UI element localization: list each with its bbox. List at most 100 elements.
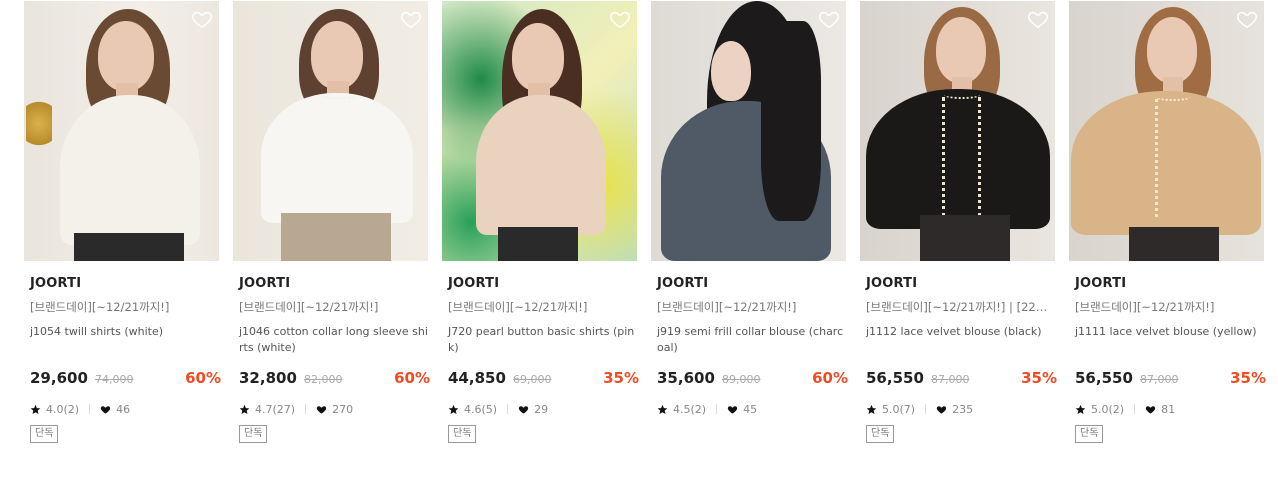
price-row: 32,800 82,000 60% — [239, 368, 430, 388]
promo-text: [브랜드데이][~12/21까지!] — [657, 300, 797, 314]
product-image[interactable] — [860, 1, 1055, 261]
likes-count: 235 — [952, 402, 974, 416]
original-price: 82,000 — [303, 373, 343, 386]
price-row: 44,850 69,000 35% — [448, 368, 639, 388]
product-image[interactable] — [1069, 1, 1264, 261]
promo-text: [브랜드데이][~12/21까지!] — [30, 300, 170, 314]
product-card[interactable]: JOORTI [브랜드데이][~12/21까지!] j1111 lace vel… — [1069, 0, 1266, 443]
product-image[interactable] — [233, 1, 428, 261]
original-price: 69,000 — [512, 373, 552, 386]
promo-text: [브랜드데이][~12/21까지!] — [448, 300, 588, 314]
wishlist-heart-icon[interactable] — [1236, 8, 1258, 30]
exclusive-badge: 단독 — [866, 425, 895, 443]
discount-rate: 60% — [812, 369, 848, 387]
divider — [305, 404, 307, 414]
exclusive-badge: 단독 — [1075, 425, 1104, 443]
brand-name[interactable]: JOORTI — [448, 276, 499, 291]
brand-name[interactable]: JOORTI — [239, 276, 290, 291]
likes-count: 45 — [743, 402, 758, 416]
discount-rate: 60% — [185, 369, 221, 387]
product-name[interactable]: j1112 lace velvet blouse (black) — [866, 324, 1056, 356]
product-name[interactable]: j1046 cotton collar long sleeve shirts (… — [239, 324, 429, 356]
rating-value: 5.0(2) — [1091, 402, 1125, 416]
brand-name[interactable]: JOORTI — [866, 276, 917, 291]
product-meta: 4.6(5) 29 — [448, 402, 639, 416]
rating-value: 4.6(5) — [464, 402, 498, 416]
heart-filled-icon — [727, 405, 738, 414]
product-image[interactable] — [651, 1, 846, 261]
star-icon — [239, 404, 250, 414]
product-name[interactable]: J720 pearl button basic shirts (pink) — [448, 324, 638, 356]
rating-value: 4.0(2) — [46, 402, 80, 416]
likes-count: 29 — [534, 402, 549, 416]
divider — [716, 404, 718, 414]
star-icon — [30, 404, 41, 414]
product-meta: 4.7(27) 270 — [239, 402, 430, 416]
brand-name[interactable]: JOORTI — [657, 276, 708, 291]
wishlist-heart-icon[interactable] — [191, 8, 213, 30]
product-meta: 4.0(2) 46 — [30, 402, 221, 416]
heart-filled-icon — [936, 405, 947, 414]
sale-price: 44,850 — [448, 369, 506, 387]
sale-price: 29,600 — [30, 369, 88, 387]
promo-text: [브랜드데이][~12/21까지!] | [22WIN... — [866, 300, 1051, 314]
star-icon — [448, 404, 459, 414]
product-card[interactable]: JOORTI [브랜드데이][~12/21까지!] j1046 cotton c… — [233, 0, 430, 443]
divider — [89, 404, 91, 414]
divider — [1134, 404, 1136, 414]
original-price: 87,000 — [930, 373, 970, 386]
wishlist-heart-icon[interactable] — [609, 8, 631, 30]
price-row: 35,600 89,000 60% — [657, 368, 848, 388]
product-grid: JOORTI [브랜드데이][~12/21까지!] j1054 twill sh… — [0, 0, 1278, 501]
heart-filled-icon — [316, 405, 327, 414]
product-name[interactable]: j1111 lace velvet blouse (yellow) — [1075, 324, 1265, 356]
wishlist-heart-icon[interactable] — [818, 8, 840, 30]
product-image[interactable] — [24, 1, 219, 261]
sale-price: 35,600 — [657, 369, 715, 387]
discount-rate: 35% — [1230, 369, 1266, 387]
exclusive-badge: 단독 — [239, 425, 268, 443]
sale-price: 56,550 — [1075, 369, 1133, 387]
likes-count: 270 — [332, 402, 354, 416]
product-name[interactable]: j919 semi frill collar blouse (charcoal) — [657, 324, 847, 356]
divider — [925, 404, 927, 414]
product-card[interactable]: JOORTI [브랜드데이][~12/21까지!] | [22WIN... j1… — [860, 0, 1057, 443]
original-price: 74,000 — [94, 373, 134, 386]
promo-text: [브랜드데이][~12/21까지!] — [239, 300, 379, 314]
sale-price: 32,800 — [239, 369, 297, 387]
product-image[interactable] — [442, 1, 637, 261]
discount-rate: 35% — [603, 369, 639, 387]
rating-value: 4.7(27) — [255, 402, 296, 416]
wishlist-heart-icon[interactable] — [1027, 8, 1049, 30]
price-row: 56,550 87,000 35% — [1075, 368, 1266, 388]
price-row: 56,550 87,000 35% — [866, 368, 1057, 388]
likes-count: 46 — [116, 402, 131, 416]
star-icon — [657, 404, 668, 414]
divider — [507, 404, 509, 414]
product-card[interactable]: JOORTI [브랜드데이][~12/21까지!] j919 semi fril… — [651, 0, 848, 416]
price-row: 29,600 74,000 60% — [30, 368, 221, 388]
original-price: 89,000 — [721, 373, 761, 386]
heart-filled-icon — [100, 405, 111, 414]
sale-price: 56,550 — [866, 369, 924, 387]
brand-name[interactable]: JOORTI — [1075, 276, 1126, 291]
brand-name[interactable]: JOORTI — [30, 276, 81, 291]
exclusive-badge: 단독 — [30, 425, 59, 443]
discount-rate: 60% — [394, 369, 430, 387]
product-meta: 4.5(2) 45 — [657, 402, 848, 416]
promo-text: [브랜드데이][~12/21까지!] — [1075, 300, 1215, 314]
heart-filled-icon — [518, 405, 529, 414]
product-card[interactable]: JOORTI [브랜드데이][~12/21까지!] J720 pearl but… — [442, 0, 639, 443]
product-meta: 5.0(2) 81 — [1075, 402, 1266, 416]
product-card[interactable]: JOORTI [브랜드데이][~12/21까지!] j1054 twill sh… — [24, 0, 221, 443]
wishlist-heart-icon[interactable] — [400, 8, 422, 30]
product-name[interactable]: j1054 twill shirts (white) — [30, 324, 220, 356]
discount-rate: 35% — [1021, 369, 1057, 387]
rating-value: 4.5(2) — [673, 402, 707, 416]
exclusive-badge: 단독 — [448, 425, 477, 443]
star-icon — [866, 404, 877, 414]
star-icon — [1075, 404, 1086, 414]
heart-filled-icon — [1145, 405, 1156, 414]
original-price: 87,000 — [1139, 373, 1179, 386]
likes-count: 81 — [1161, 402, 1176, 416]
